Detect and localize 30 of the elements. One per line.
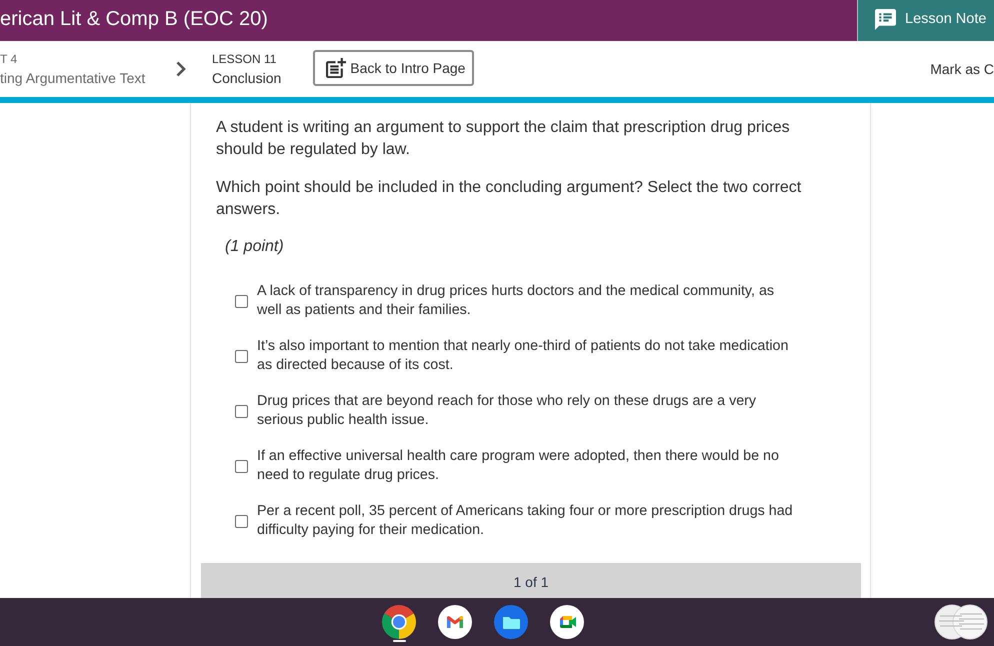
answer-checkbox[interactable]	[235, 350, 248, 362]
browser-icon[interactable]	[382, 605, 416, 639]
option-text: A lack of transparency in drug prices hurts doctors and the medical community, as well as patients and their families.	[257, 282, 776, 320]
tray-thumbnail-icon[interactable]	[934, 604, 988, 640]
answer-checkbox[interactable]	[235, 514, 248, 528]
mark-as-button[interactable]: Mark as C	[930, 61, 994, 77]
answer-checkbox[interactable]	[235, 404, 248, 418]
unit-title[interactable]: ting Argumentative Text	[0, 68, 146, 86]
video-camera-icon[interactable]	[550, 605, 584, 639]
lesson-notes-button[interactable]: Lesson Note	[857, 0, 994, 41]
question-text: Which point should be included in the concluding argument? Select the two correct answers.	[216, 178, 802, 220]
unit-label[interactable]: T 4	[0, 52, 18, 66]
page-indicator: 1 of 1	[201, 563, 861, 598]
points-label: (1 point)	[224, 237, 284, 257]
lesson-label: LESSON 11	[212, 52, 276, 66]
question-text: A student is writing an argument to support the claim that prescription drug prices should be regulated by law.	[216, 118, 791, 160]
lesson-title: Conclusion	[212, 68, 282, 86]
option-text: Per a recent poll, 35 percent of Americans taking four or more prescription drugs had difficulty paying for their medication.	[257, 502, 794, 540]
answer-checkbox[interactable]	[235, 460, 248, 472]
speaker-notes-icon	[875, 8, 896, 30]
mail-icon[interactable]	[438, 605, 472, 639]
course-title: erican Lit & Comp B (EOC 20)	[0, 7, 269, 32]
option-text: If an effective universal health care program were adopted, then there would be no need to regulate drug prices.	[257, 447, 780, 485]
chevron-right-icon	[175, 60, 187, 78]
folder-icon[interactable]	[494, 605, 528, 639]
answer-checkbox[interactable]	[235, 294, 248, 308]
note-add-icon	[326, 58, 346, 78]
back-to-intro-button[interactable]: Back to Intro Page	[313, 50, 474, 86]
option-text: Drug prices that are beyond reach for those who rely on these drugs are a very serious public health issue.	[257, 392, 758, 430]
option-text: It’s also important to mention that nearly one-third of patients do not take medication as directed because of its cost.	[257, 337, 790, 375]
